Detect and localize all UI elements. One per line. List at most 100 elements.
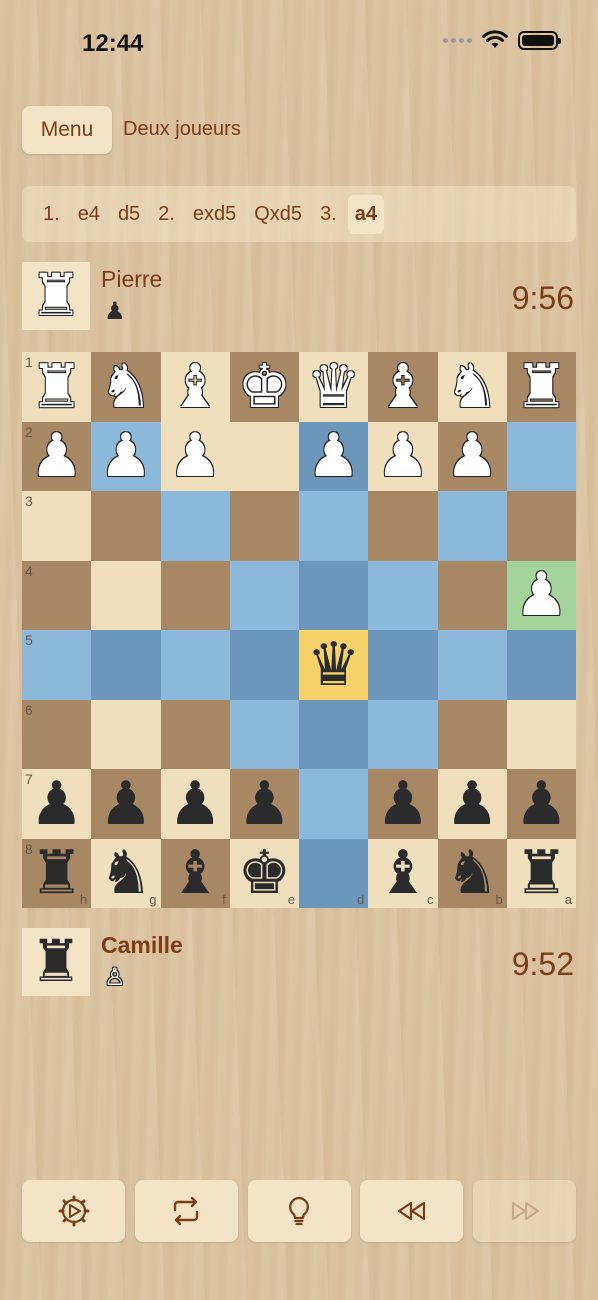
black-knight-piece[interactable]: ♞ xyxy=(445,843,499,903)
board-square[interactable]: ♞ xyxy=(437,352,507,422)
black-knight-piece[interactable]: ♞ xyxy=(99,843,153,903)
board-square[interactable]: ♟ xyxy=(437,421,507,491)
board-square[interactable]: ♟ xyxy=(229,769,299,839)
board-square[interactable] xyxy=(368,630,438,700)
board-square[interactable] xyxy=(506,421,576,491)
board-square[interactable] xyxy=(160,491,230,561)
move-token[interactable]: 3. xyxy=(313,195,344,234)
chess-board[interactable]: 1 ♜ ♞ ♝ ♚ ♛ ♝ ♞ ♜ 2 ♟ ♟ ♟ ♟ ♟ ♟ 3 4 ♟ 5 ♛ 6 7 ♟ ♟ ♟ ♟ ♟ ♟ ♟ 8 h ♜ g ♞ f ♝ e ♚ d… xyxy=(22,352,576,908)
black-pawn-piece[interactable]: ♟ xyxy=(237,773,291,834)
move-token[interactable]: Qxd5 xyxy=(247,195,309,234)
board-square[interactable] xyxy=(229,630,299,700)
board-square[interactable] xyxy=(229,421,299,491)
board-square[interactable]: ♟ xyxy=(299,421,369,491)
board-square[interactable]: d xyxy=(299,838,369,908)
board-square[interactable]: b ♞ xyxy=(437,838,507,908)
move-token[interactable]: 1. xyxy=(36,195,67,234)
board-square[interactable] xyxy=(160,699,230,769)
board-square[interactable]: 1 ♜ xyxy=(22,352,92,422)
board-square[interactable]: 2 ♟ xyxy=(22,421,92,491)
rewind-button[interactable] xyxy=(360,1180,464,1242)
board-square[interactable] xyxy=(160,630,230,700)
black-bishop-piece[interactable]: ♝ xyxy=(168,843,222,903)
board-square[interactable]: e ♚ xyxy=(229,838,299,908)
move-token[interactable]: d5 xyxy=(111,195,147,234)
board-square[interactable]: f ♝ xyxy=(160,838,230,908)
board-square[interactable] xyxy=(437,491,507,561)
black-bishop-piece[interactable]: ♝ xyxy=(376,843,430,903)
board-square[interactable]: ♜ xyxy=(506,352,576,422)
white-rook-piece[interactable]: ♜ xyxy=(30,356,84,417)
board-square[interactable] xyxy=(229,491,299,561)
board-square[interactable] xyxy=(368,491,438,561)
white-bishop-piece[interactable]: ♝ xyxy=(376,356,430,417)
board-square[interactable] xyxy=(91,630,161,700)
board-square[interactable]: ♝ xyxy=(368,352,438,422)
white-king-piece[interactable]: ♚ xyxy=(237,356,291,417)
board-square[interactable] xyxy=(506,699,576,769)
board-square[interactable]: 6 xyxy=(22,699,92,769)
move-token[interactable]: 2. xyxy=(151,195,182,234)
white-pawn-piece[interactable]: ♟ xyxy=(30,426,84,486)
board-square[interactable]: 7 ♟ xyxy=(22,769,92,839)
board-square[interactable]: ♝ xyxy=(160,352,230,422)
board-square[interactable] xyxy=(160,560,230,630)
board-square[interactable] xyxy=(437,699,507,769)
board-square[interactable]: ♟ xyxy=(160,769,230,839)
board-square[interactable]: 8 h ♜ xyxy=(22,838,92,908)
white-bishop-piece[interactable]: ♝ xyxy=(168,356,222,417)
board-square[interactable]: ♟ xyxy=(91,421,161,491)
forward-button[interactable] xyxy=(473,1180,576,1242)
board-square[interactable]: ♛ xyxy=(299,352,369,422)
board-square[interactable]: ♛ xyxy=(299,630,369,700)
board-square[interactable] xyxy=(91,491,161,561)
board-square[interactable] xyxy=(299,491,369,561)
board-square[interactable] xyxy=(91,699,161,769)
move-token[interactable]: a4 xyxy=(347,194,384,234)
board-square[interactable]: 3 xyxy=(22,491,92,561)
white-queen-piece[interactable]: ♛ xyxy=(307,356,361,417)
black-pawn-piece[interactable]: ♟ xyxy=(168,773,222,834)
hint-button[interactable] xyxy=(247,1180,351,1242)
board-square[interactable] xyxy=(229,699,299,769)
board-square[interactable]: ♟ xyxy=(506,769,576,839)
black-pawn-piece[interactable]: ♟ xyxy=(30,773,84,834)
black-pawn-piece[interactable]: ♟ xyxy=(445,773,499,834)
board-square[interactable]: ♚ xyxy=(229,352,299,422)
board-square[interactable] xyxy=(506,630,576,700)
move-token[interactable]: exd5 xyxy=(186,195,243,234)
board-square[interactable] xyxy=(437,630,507,700)
black-pawn-piece[interactable]: ♟ xyxy=(376,773,430,834)
board-square[interactable]: 4 xyxy=(22,560,92,630)
move-history[interactable]: 1. e4 d5 2. exd5 Qxd5 3. a4 xyxy=(22,186,576,242)
board-square[interactable]: ♟ xyxy=(91,769,161,839)
board-square[interactable] xyxy=(299,769,369,839)
board-square[interactable] xyxy=(91,560,161,630)
black-rook-piece[interactable]: ♜ xyxy=(514,843,568,903)
black-pawn-piece[interactable]: ♟ xyxy=(99,773,153,834)
white-pawn-piece[interactable]: ♟ xyxy=(445,426,499,486)
white-pawn-piece[interactable]: ♟ xyxy=(99,426,153,486)
black-king-piece[interactable]: ♚ xyxy=(237,843,291,903)
board-square[interactable]: ♞ xyxy=(91,352,161,422)
black-queen-piece[interactable]: ♛ xyxy=(307,634,361,695)
board-square[interactable] xyxy=(299,699,369,769)
board-square[interactable] xyxy=(368,560,438,630)
white-pawn-piece[interactable]: ♟ xyxy=(514,565,568,625)
board-square[interactable] xyxy=(368,699,438,769)
black-rook-piece[interactable]: ♜ xyxy=(30,843,84,903)
board-square[interactable]: c ♝ xyxy=(368,838,438,908)
board-square[interactable]: ♟ xyxy=(437,769,507,839)
board-square[interactable] xyxy=(506,491,576,561)
white-pawn-piece[interactable]: ♟ xyxy=(168,426,222,486)
black-pawn-piece[interactable]: ♟ xyxy=(514,773,568,834)
board-square[interactable]: 5 xyxy=(22,630,92,700)
board-square[interactable]: a ♜ xyxy=(506,838,576,908)
board-square[interactable]: ♟ xyxy=(368,769,438,839)
white-knight-piece[interactable]: ♞ xyxy=(445,356,499,417)
board-square[interactable] xyxy=(437,560,507,630)
board-square[interactable]: g ♞ xyxy=(91,838,161,908)
white-pawn-piece[interactable]: ♟ xyxy=(376,426,430,486)
board-square[interactable] xyxy=(229,560,299,630)
flip-board-button[interactable] xyxy=(134,1180,238,1242)
